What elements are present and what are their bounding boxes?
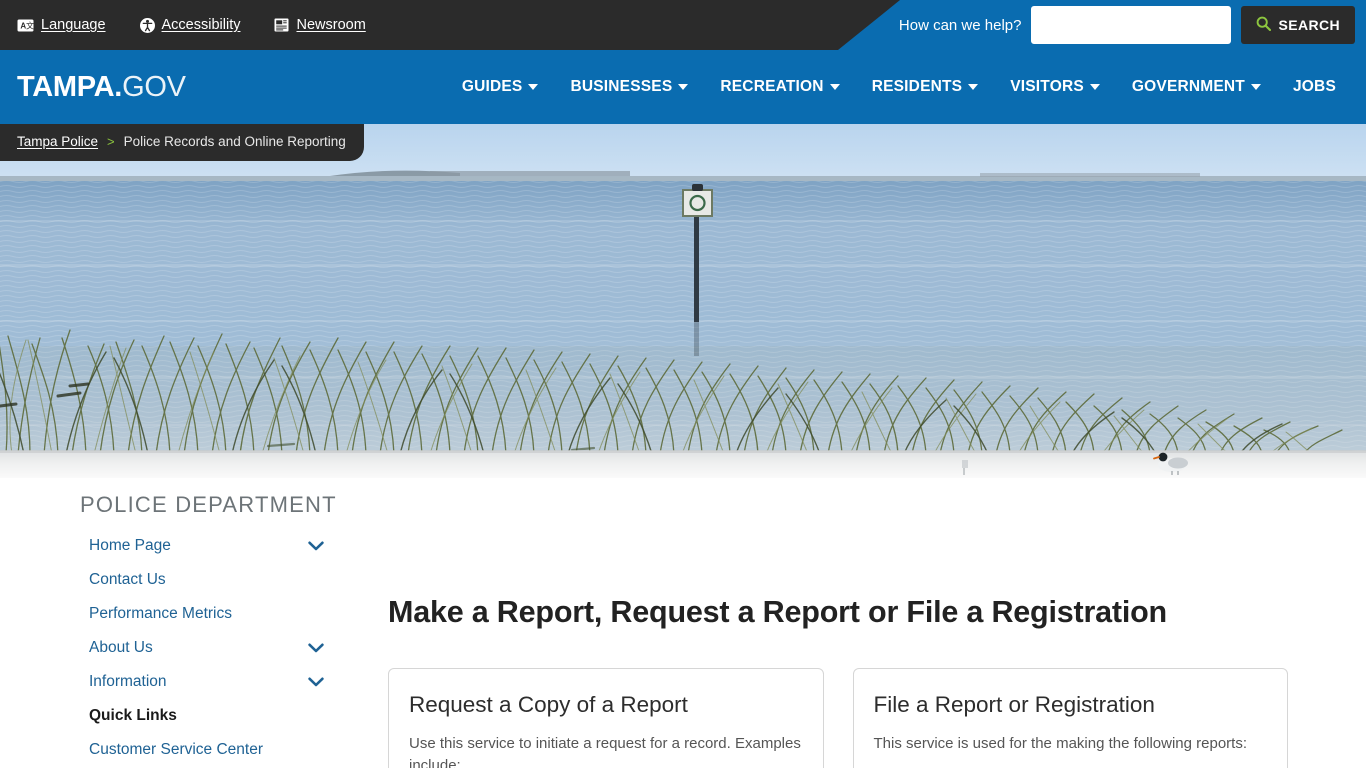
page-content: POLICE DEPARTMENT Home Page Contact Us P… [0,478,1366,768]
hero-image [0,124,1366,478]
search-icon [1256,16,1272,34]
sidebar: POLICE DEPARTMENT Home Page Contact Us P… [0,492,388,768]
nav-item-recreation[interactable]: RECREATION [704,78,855,96]
sidebar-item-label: Home Page [89,537,171,554]
nav-item-label: BUSINESSES [570,78,673,95]
chevron-down-icon [829,84,840,90]
sidebar-heading-quick-links: Quick Links [80,699,368,733]
nav-item-residents[interactable]: RESIDENTS [856,78,995,96]
search-button[interactable]: SEARCH [1241,6,1355,44]
chevron-down-icon [528,84,539,90]
nav-item-label: RECREATION [720,78,824,95]
search-area: How can we help? SEARCH [899,6,1366,44]
nav-item-government[interactable]: GOVERNMENT [1116,78,1277,96]
accessibility-icon [139,17,155,33]
utility-link-language[interactable]: A文 Language [17,17,106,33]
page-title: Make a Report, Request a Report or File … [388,595,1167,629]
sidebar-item-customer-service-center[interactable]: Customer Service Center [80,733,368,767]
chevron-down-icon [1089,84,1100,90]
main-column: Make a Report, Request a Report or File … [388,492,1366,768]
card-body: This service is used for the making the … [873,735,1248,752]
main-navigation: TAMPA.GOV GUIDES BUSINESSES RECREATION R… [0,50,1366,124]
utility-link-accessibility[interactable]: Accessibility [139,17,241,33]
breadcrumb-current: Police Records and Online Reporting [123,134,346,149]
nav-item-businesses[interactable]: BUSINESSES [554,78,704,96]
sidebar-item-information[interactable]: Information [80,665,368,699]
breadcrumb-separator: > [107,134,115,149]
chevron-down-icon [968,84,979,90]
page-title-department: POLICE DEPARTMENT [80,492,337,517]
chevron-down-icon[interactable] [308,677,324,687]
search-input[interactable] [1031,6,1232,44]
card-title: File a Report or Registration [873,692,1155,717]
nav-item-label: VISITORS [1010,78,1084,95]
sidebar-item-performance-metrics[interactable]: Performance Metrics [80,597,368,631]
sidebar-item-home-page[interactable]: Home Page [80,529,368,563]
breadcrumb: Tampa Police > Police Records and Online… [0,124,364,161]
chevron-down-icon[interactable] [308,643,324,653]
nav-item-label: GOVERNMENT [1131,78,1245,95]
sidebar-item-label: Performance Metrics [89,605,232,622]
nav-item-label: RESIDENTS [871,78,963,95]
newsroom-icon [274,18,289,32]
logo-bold: TAMPA. [17,70,123,103]
card-body: Use this service to initiate a request f… [409,735,801,768]
hero-banner: Tampa Police > Police Records and Online… [0,124,1366,478]
card-request-copy-of-report[interactable]: Request a Copy of a Report Use this serv… [388,668,824,768]
utility-links: A文 Language Accessibility Newsroom [0,17,366,33]
nav-item-label: GUIDES [461,78,523,95]
chevron-down-icon [678,84,689,90]
service-cards: Request a Copy of a Report Use this serv… [388,668,1288,768]
utility-link-label: Language [41,17,106,33]
utility-link-label: Newsroom [296,17,366,33]
nav-item-guides[interactable]: GUIDES [446,78,555,96]
nav-item-visitors[interactable]: VISITORS [994,78,1116,96]
sidebar-item-label: Contact Us [89,571,166,588]
sidebar-item-contact-us[interactable]: Contact Us [80,563,368,597]
sidebar-item-label: Customer Service Center [89,741,264,758]
card-file-report-or-registration[interactable]: File a Report or Registration This servi… [852,668,1288,768]
utility-link-newsroom[interactable]: Newsroom [274,17,366,33]
nav-item-jobs[interactable]: JOBS [1277,78,1352,96]
sidebar-item-label: About Us [89,639,153,656]
sidebar-item-label: Information [89,673,167,690]
help-text: How can we help? [898,16,1022,34]
language-icon: A文 [17,19,34,32]
search-button-label: SEARCH [1278,17,1340,33]
nav-item-label: JOBS [1292,78,1336,95]
sidebar-item-about-us[interactable]: About Us [80,631,368,665]
utility-bar: A文 Language Accessibility Newsroom How c… [0,0,1366,50]
nav-items: GUIDES BUSINESSES RECREATION RESIDENTS V… [446,78,1352,96]
utility-link-label: Accessibility [161,17,241,33]
chevron-down-icon[interactable] [308,541,324,551]
chevron-down-icon [1250,84,1261,90]
svg-text:文: 文 [26,20,34,30]
logo-light: GOV [122,70,186,103]
card-title: Request a Copy of a Report [409,692,688,717]
breadcrumb-parent-link[interactable]: Tampa Police [17,134,98,149]
sidebar-item-label: Quick Links [89,707,177,724]
site-logo[interactable]: TAMPA.GOV [17,71,186,104]
